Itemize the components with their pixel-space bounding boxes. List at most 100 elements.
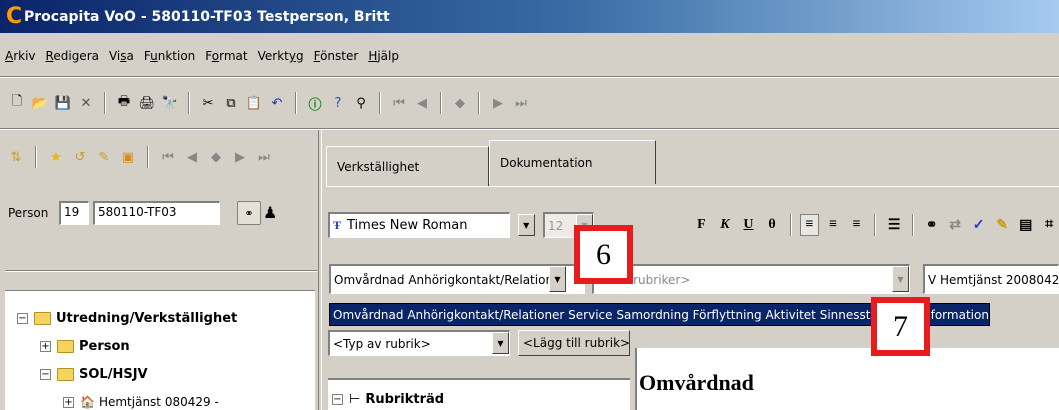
tab-baseline [326,186,1059,187]
title-bar[interactable]: C Procapita VoO - 580110-TF03 Testperson… [0,0,1059,33]
underline-button[interactable]: U [739,214,759,236]
last-icon[interactable]: ⏭ [255,147,273,167]
menu-funktion[interactable]: Funktion [144,49,195,63]
app-logo-icon: C [6,3,23,29]
tree-item-sol[interactable]: − SOL/HSJV [40,367,148,382]
undo-icon[interactable]: ↶ [268,93,286,113]
find-icon[interactable]: 🔭 [161,93,179,113]
edit-note-icon[interactable]: ✎ [992,214,1012,236]
collapse-icon[interactable]: − [40,369,51,380]
collapse-icon[interactable]: − [17,313,28,324]
rubrik-type-select[interactable]: <Typ av rubrik> ▼ [328,330,510,356]
font-family-select[interactable]: Ŧ Times New Roman ▼ [328,212,535,238]
copy-icon[interactable]: ⧉ [222,93,240,113]
person-year-field[interactable]: 19 [59,201,89,225]
toolbar-separator [911,214,914,236]
print-icon[interactable]: 🖶 [115,93,133,113]
last-record-icon[interactable]: ⏭ [512,93,530,113]
delete-icon[interactable]: ✕ [77,93,95,113]
paste-icon[interactable]: 📋 [245,93,263,113]
spellcheck-icon[interactable]: ✓ [969,214,989,236]
open-folder-icon[interactable]: 📂 [31,93,49,113]
collapse-icon[interactable]: − [332,394,343,405]
toolbar-separator [147,146,149,168]
chevron-down-icon[interactable]: ▼ [892,266,909,292]
toolbar-separator [104,92,106,114]
current-icon[interactable]: ◆ [207,147,225,167]
all-rubriker-select[interactable]: <Alla rubriker> ▼ [592,264,910,294]
tab-verkstallighet[interactable]: Verkställighet [326,146,489,186]
new-document-icon[interactable]: 🗋 [8,93,26,113]
expand-icon[interactable]: + [40,341,51,352]
person-search-button[interactable]: ⚭ [237,201,261,225]
chevron-down-icon[interactable]: ▼ [549,266,566,292]
tree-item-hemtjanst[interactable]: + 🏠 Hemtjänst 080429 - [63,395,219,409]
chevron-down-icon[interactable]: ▼ [492,332,509,354]
cut-icon[interactable]: ✂ [199,93,217,113]
properties-icon[interactable]: ▤ [1016,214,1036,236]
person-icon[interactable]: ♟ [263,203,277,223]
toolbar-separator [789,214,792,236]
expand-icon[interactable]: + [63,396,74,408]
sort-icon[interactable]: ⇅ [7,147,25,167]
menu-hjalp[interactable]: Hjälp [368,49,399,63]
next-icon[interactable]: ▶ [231,147,249,167]
next-record-icon[interactable]: ▶ [489,93,507,113]
person-label: Person [8,206,49,220]
previous-icon[interactable]: ◀ [183,147,201,167]
menu-verktyg[interactable]: Verktyg [258,49,304,63]
favorite-star-icon[interactable]: ★ [47,147,65,167]
tree-item-utredning[interactable]: − Utredning/Verkställighet [17,311,237,326]
left-divider [5,270,317,272]
menu-fonster[interactable]: Fönster [314,49,359,63]
first-record-icon[interactable]: ⏮ [390,93,408,113]
insert-icon[interactable]: ⌗ [1039,214,1059,236]
refresh-icon[interactable]: ↺ [71,147,89,167]
tree-item-person[interactable]: + Person [40,339,130,354]
context-help-icon[interactable]: ⚲ [352,93,370,113]
panel-splitter[interactable] [318,130,322,410]
annotation-callout-6: 6 [574,225,633,284]
bullet-list-icon[interactable]: ☰ [884,214,904,236]
first-icon[interactable]: ⏮ [159,147,177,167]
context-field[interactable]: V Hemtjänst 20080429- [923,264,1059,294]
calendar-icon[interactable]: ▣ [119,147,137,167]
add-rubrik-button[interactable]: <Lägg till rubrik> [518,330,630,356]
current-record-icon[interactable]: ◆ [451,93,469,113]
tree-item-rubriktrad[interactable]: − ⊢ Rubrikträd [332,392,444,407]
previous-record-icon[interactable]: ◀ [413,93,431,113]
rubrik-select[interactable]: Omvårdnad Anhörigkontakt/Relatione ▼ [329,264,585,294]
align-right-icon[interactable]: ≡ [847,214,867,236]
strikethrough-button[interactable]: θ [762,214,782,236]
menu-arkiv[interactable]: Arkiv [5,49,36,63]
note-icon[interactable]: ✎ [95,147,113,167]
person-id-field[interactable]: 580110-TF03 [93,201,220,225]
bold-button[interactable]: F [692,214,712,236]
print-preview-icon[interactable]: 🖨 [138,93,156,113]
menu-redigera[interactable]: Redigera [46,49,99,63]
chevron-down-icon[interactable]: ▼ [517,214,535,236]
annotation-callout-7: 7 [871,297,930,356]
align-left-icon[interactable]: ≡ [799,214,820,236]
find-binoculars-icon[interactable]: ⚭ [922,214,942,236]
replace-icon[interactable]: ⇄ [945,214,965,236]
save-icon[interactable]: 💾 [54,93,72,113]
toolbar-separator [35,146,37,168]
rubrik-type-row: <Typ av rubrik> ▼ <Lägg till rubrik> [328,330,638,356]
menu-bar: Arkiv Redigera Visa Funktion Format Verk… [0,45,1059,67]
tab-dokumentation[interactable]: Dokumentation [489,140,656,184]
menu-format[interactable]: Format [205,49,247,63]
document-editor[interactable]: Omvårdnad [635,348,1059,410]
align-center-icon[interactable]: ≡ [823,214,843,236]
window-title: Procapita VoO - 580110-TF03 Testperson, … [24,8,390,25]
main-toolbar: 🗋 📂 💾 ✕ 🖶 🖨 🔭 ✂ ⧉ 📋 ↶ ⓘ ? ⚲ ⏮ ◀ ◆ ▶ ⏭ [0,86,1059,120]
folder-icon [57,340,74,353]
toolbar-separator [478,92,480,114]
menu-divider [0,76,1059,78]
info-icon[interactable]: ⓘ [306,93,324,113]
toolbar-separator [295,92,297,114]
menu-visa[interactable]: Visa [109,49,134,63]
folder-icon [34,312,51,325]
help-icon[interactable]: ? [329,93,347,113]
italic-button[interactable]: K [715,214,735,236]
